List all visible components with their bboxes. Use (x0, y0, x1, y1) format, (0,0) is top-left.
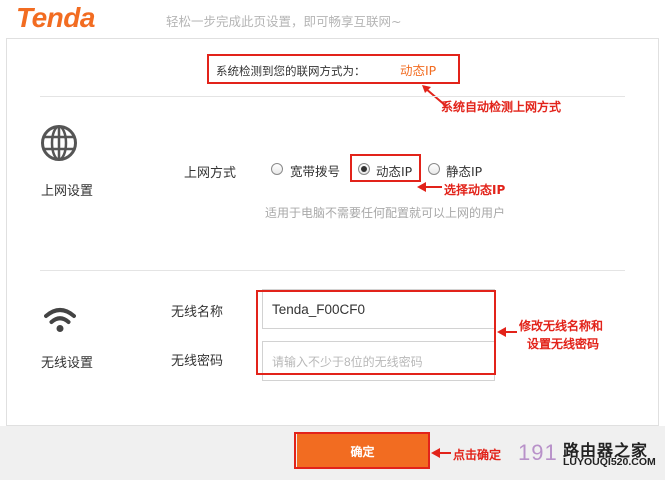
wireless-arrow-icon (497, 327, 517, 337)
tenda-logo: Tenda (16, 2, 95, 33)
divider (40, 270, 625, 271)
radio-static-ip-label[interactable]: 静态IP (446, 161, 482, 180)
radio-pppoe[interactable] (271, 163, 283, 175)
radio-pppoe-label[interactable]: 宽带拨号 (290, 161, 340, 180)
wireless-annotation-line2: 设置无线密码 (527, 337, 600, 351)
dynamic-ip-annotation: 选择动态IP (444, 183, 506, 197)
radio-static-ip[interactable] (428, 163, 440, 175)
detection-annotation: 系统自动检测上网方式 (441, 100, 562, 114)
radio-dynamic-ip-label[interactable]: 动态IP (376, 161, 412, 180)
globe-icon (41, 125, 77, 161)
connection-type-label: 上网方式 (184, 166, 237, 181)
detection-value: 动态IP (400, 63, 437, 78)
confirm-arrow-icon (431, 448, 451, 458)
wireless-annotation-line1: 修改无线名称和 (519, 319, 604, 333)
watermark-en: LUYOUQI520.COM (563, 456, 656, 468)
wifi-password-label: 无线密码 (171, 354, 224, 369)
watermark-number: 191 (518, 440, 558, 465)
wireless-highlight-box (256, 290, 496, 375)
dynamic-ip-arrow-icon (417, 182, 442, 192)
wireless-section-label: 无线设置 (41, 356, 94, 371)
confirm-annotation: 点击确定 (453, 448, 502, 462)
header: Tenda 轻松一步完成此页设置，即可畅享互联网~ (0, 0, 665, 34)
wifi-icon (44, 308, 76, 332)
connection-hint: 适用于电脑不需要任何配置就可以上网的用户 (265, 206, 506, 220)
radio-dynamic-ip[interactable] (358, 163, 370, 175)
wifi-name-label: 无线名称 (171, 305, 224, 320)
header-slogan: 轻松一步完成此页设置，即可畅享互联网~ (166, 14, 402, 29)
divider (40, 96, 625, 97)
confirm-highlight-box (294, 432, 430, 469)
internet-section-label: 上网设置 (41, 184, 94, 199)
detection-label: 系统检测到您的联网方式为： (216, 64, 366, 78)
